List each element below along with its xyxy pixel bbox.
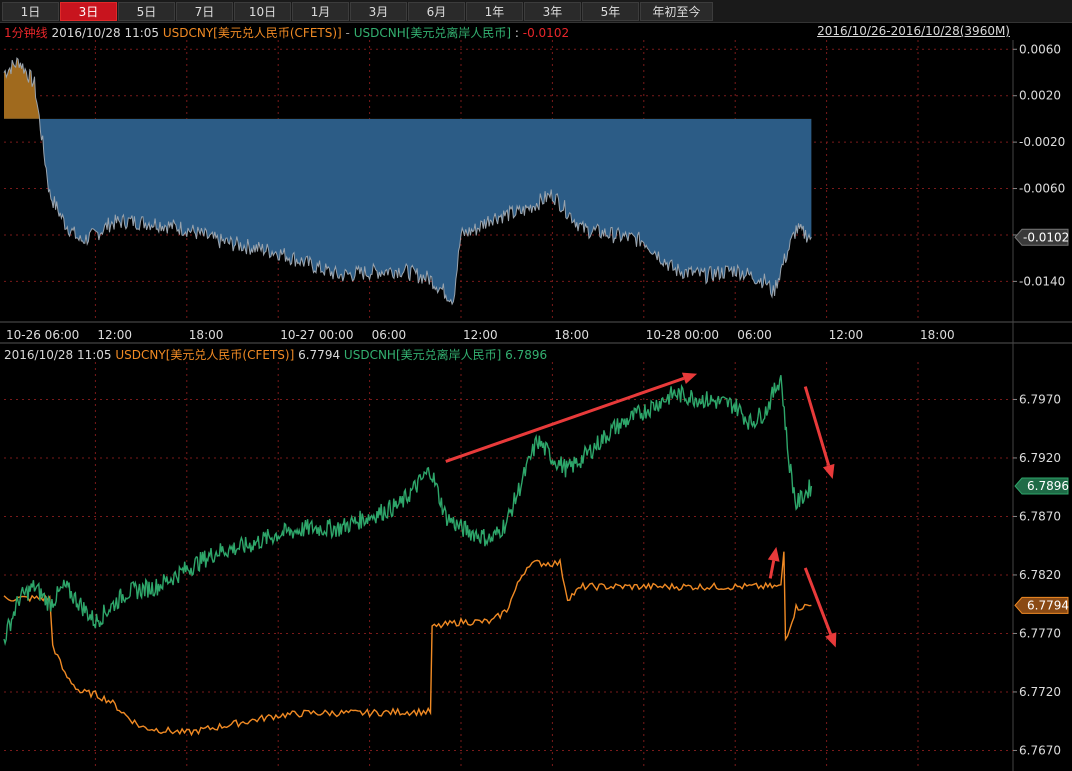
x-tick-label: 18:00 <box>554 328 589 342</box>
x-tick-label: 12:00 <box>97 328 132 342</box>
x-tick-label: 12:00 <box>463 328 498 342</box>
annotation-arrow-head <box>681 372 698 384</box>
chart-canvas: 10-26 06:00 12:00 18:00 10-27 00:00 06:00 12:… <box>0 40 1072 771</box>
x-tick-label: 10-28 00:00 <box>646 328 719 342</box>
last-price-label-cnh: 6.7896 <box>1027 479 1069 493</box>
x-tick-label: 12:00 <box>829 328 864 342</box>
annotation-arrow-shaft <box>445 376 685 463</box>
x-tick-label: 18:00 <box>920 328 955 342</box>
series-line-cnh <box>3 375 813 646</box>
y-tick-label: 6.7770 <box>1019 626 1061 640</box>
y-tick-label: 6.7670 <box>1019 743 1061 757</box>
annotation-arrow-head <box>767 546 780 562</box>
annotation-arrow-shaft <box>768 560 776 579</box>
y-tick-label: 0.0020 <box>1019 89 1061 103</box>
y-tick-label: 6.7870 <box>1019 509 1061 523</box>
y-tick-label: 0.0060 <box>1019 42 1061 56</box>
series-line-cny <box>3 551 812 737</box>
last-value-label: -0.0102 <box>1023 230 1069 244</box>
x-tick-label: 10-27 00:00 <box>280 328 353 342</box>
y-tick-label: -0.0020 <box>1019 135 1065 149</box>
annotation-arrow-shaft <box>803 567 833 635</box>
last-price-label-cny: 6.7794 <box>1027 598 1069 612</box>
x-tick-label: 10-26 06:00 <box>6 328 79 342</box>
y-tick-label: 6.7920 <box>1019 451 1061 465</box>
x-tick-label: 06:00 <box>372 328 407 342</box>
annotation-arrow-head <box>822 463 835 480</box>
y-tick-label: 6.7720 <box>1019 685 1061 699</box>
y-tick-label: -0.0140 <box>1019 274 1065 288</box>
y-tick-label: 6.7970 <box>1019 392 1061 406</box>
x-tick-label: 06:00 <box>737 328 772 342</box>
annotation-arrow-shaft <box>803 386 831 467</box>
y-tick-label: -0.0060 <box>1019 182 1065 196</box>
y-tick-label: 6.7820 <box>1019 568 1061 582</box>
x-tick-label: 18:00 <box>189 328 224 342</box>
